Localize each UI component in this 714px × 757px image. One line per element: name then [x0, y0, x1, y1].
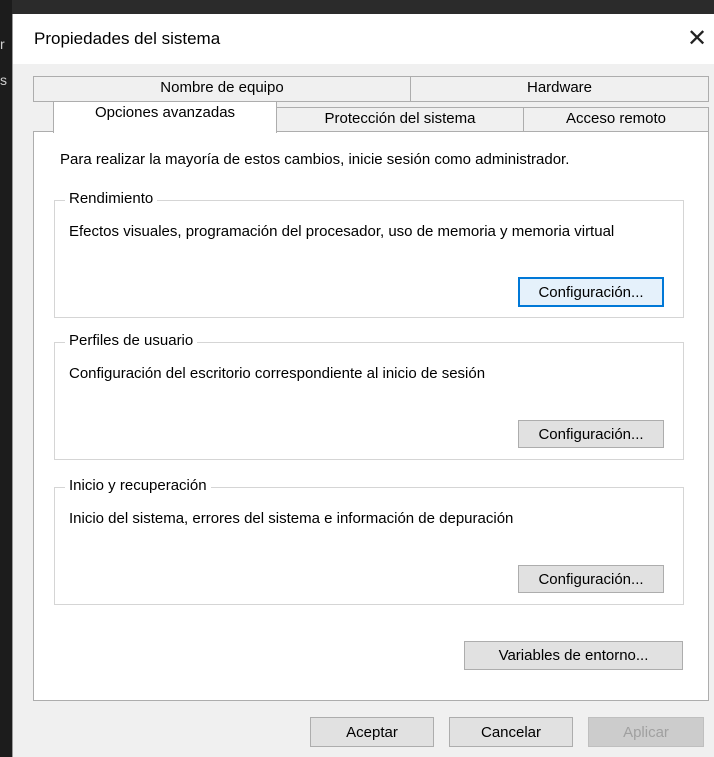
tab-opciones-avanzadas[interactable]: Opciones avanzadas — [53, 101, 277, 133]
group-title: Rendimiento — [65, 190, 158, 207]
group-title: Perfiles de usuario — [65, 332, 198, 349]
tab-label: Protección del sistema — [324, 110, 476, 127]
group-inicio-y-recuperacion: Inicio y recuperación Inicio del sistema… — [54, 477, 684, 605]
tab-proteccion-del-sistema[interactable]: Protección del sistema — [276, 107, 524, 132]
group-rendimiento: Rendimiento Efectos visuales, programaci… — [54, 190, 684, 318]
close-icon[interactable]: ✕ — [682, 24, 712, 54]
tab-acceso-remoto[interactable]: Acceso remoto — [523, 107, 709, 132]
tab-panel: Para realizar la mayoría de estos cambio… — [33, 131, 709, 701]
tab-label: Opciones avanzadas — [94, 104, 236, 121]
tab-hardware[interactable]: Hardware — [410, 76, 709, 102]
group-perfiles-de-usuario: Perfiles de usuario Configuración del es… — [54, 332, 684, 460]
group-title: Inicio y recuperación — [65, 477, 211, 494]
environment-variables-button[interactable]: Variables de entorno... — [464, 641, 683, 670]
background-text: s — [0, 72, 7, 88]
tab-nombre-de-equipo[interactable]: Nombre de equipo — [33, 76, 411, 102]
tab-label: Hardware — [526, 79, 593, 96]
perfiles-configuracion-button[interactable]: Configuración... — [518, 420, 664, 448]
system-properties-dialog: Propiedades del sistema ✕ Nombre de equi… — [12, 14, 714, 757]
title-bar: Propiedades del sistema ✕ — [13, 14, 714, 64]
admin-notice: Para realizar la mayoría de estos cambio… — [60, 151, 570, 168]
tab-label: Acceso remoto — [565, 110, 667, 127]
background-text: r — [0, 36, 5, 52]
ok-button[interactable]: Aceptar — [310, 717, 434, 747]
group-description: Efectos visuales, programación del proce… — [69, 223, 615, 240]
window-title: Propiedades del sistema — [34, 29, 221, 48]
group-description: Inicio del sistema, errores del sistema … — [69, 510, 514, 527]
rendimiento-configuracion-button[interactable]: Configuración... — [518, 277, 664, 307]
inicio-configuracion-button[interactable]: Configuración... — [518, 565, 664, 593]
cancel-button[interactable]: Cancelar — [449, 717, 573, 747]
apply-button: Aplicar — [588, 717, 704, 747]
group-description: Configuración del escritorio correspondi… — [69, 365, 486, 382]
tab-label: Nombre de equipo — [160, 79, 284, 96]
background-window-edge: r s — [0, 0, 12, 757]
